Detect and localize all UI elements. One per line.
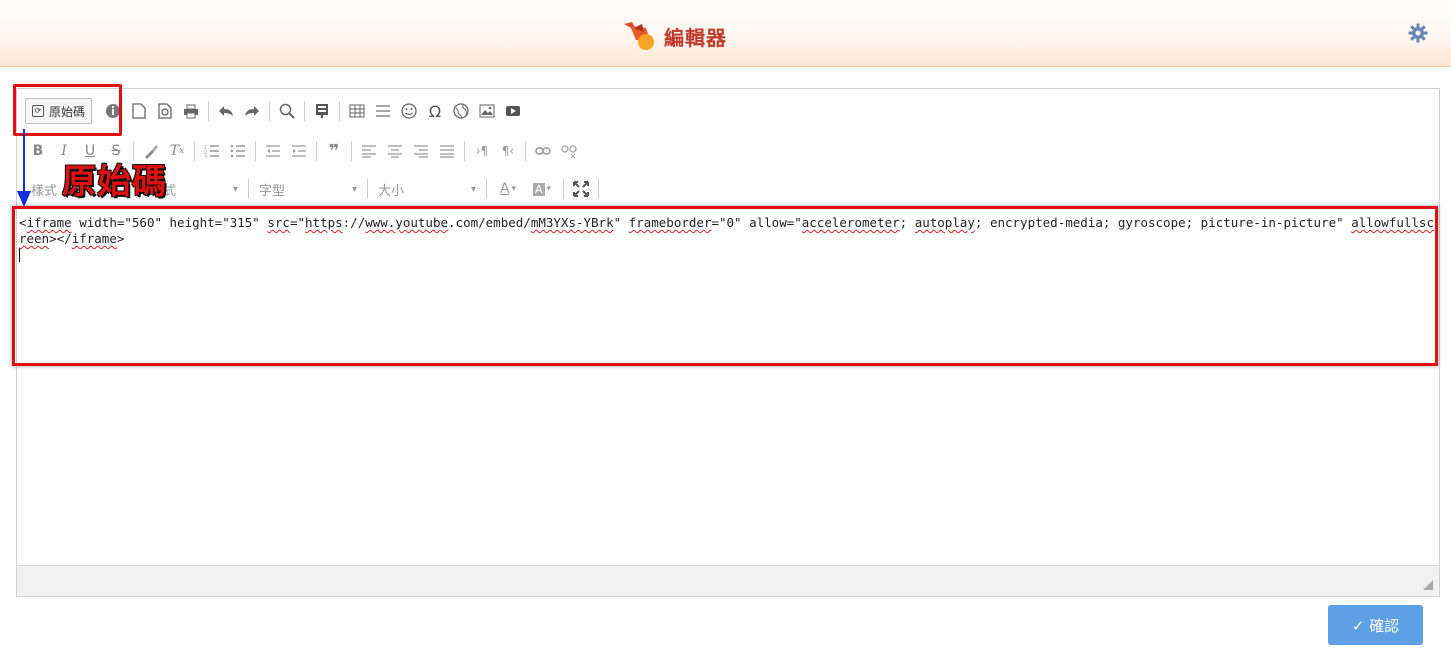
page-title: 編輯器 xyxy=(664,25,727,50)
font-combo[interactable]: 字型 ▾ xyxy=(253,177,363,201)
align-center-icon[interactable] xyxy=(382,139,408,163)
toolbar-separator xyxy=(486,179,487,199)
link-icon[interactable] xyxy=(530,139,556,163)
chevron-down-icon: ▾ xyxy=(351,183,357,195)
resize-handle-icon[interactable] xyxy=(1423,580,1433,590)
toolbar-separator xyxy=(208,101,210,121)
outdent-icon[interactable] xyxy=(260,139,286,163)
chevron-down-icon: ▾ xyxy=(232,183,238,195)
code-area-highlight xyxy=(12,206,1438,366)
toolbar-separator xyxy=(255,141,256,161)
editor-statusbar xyxy=(17,565,1439,596)
preview-icon[interactable] xyxy=(152,99,178,123)
annotation-arrow xyxy=(23,129,25,195)
toolbar-separator xyxy=(525,141,526,161)
find-icon[interactable] xyxy=(274,99,300,123)
justify-icon[interactable] xyxy=(434,139,460,163)
toolbar-separator xyxy=(269,101,271,121)
toolbar-separator xyxy=(598,179,599,199)
bg-color-icon[interactable]: A ▾ xyxy=(525,177,559,201)
font-combo-label: 字型 xyxy=(259,183,286,199)
gear-icon[interactable] xyxy=(1407,22,1429,44)
maximize-icon[interactable] xyxy=(568,177,594,201)
svg-text:3: 3 xyxy=(204,155,207,158)
size-combo-label: 大小 xyxy=(378,183,405,199)
blockquote-icon[interactable]: ❞ xyxy=(321,139,347,163)
toolbar-separator xyxy=(367,179,368,199)
chevron-down-icon: ▾ xyxy=(470,183,476,195)
toolbar-separator xyxy=(351,141,352,161)
text-color-icon[interactable]: A ▾ xyxy=(491,177,525,201)
video-icon[interactable] xyxy=(500,99,526,123)
print-icon[interactable] xyxy=(178,99,204,123)
toolbar-separator xyxy=(194,141,195,161)
toolbar-separator xyxy=(304,101,306,121)
annotation-label: 原始碼 xyxy=(62,162,167,202)
toolbar-separator xyxy=(339,101,341,121)
source-button-highlight xyxy=(13,84,122,136)
new-page-icon[interactable] xyxy=(126,99,152,123)
ltr-icon[interactable]: ›¶ xyxy=(469,139,495,163)
redo-icon[interactable] xyxy=(239,99,265,123)
numbered-list-icon[interactable]: 123 xyxy=(199,139,225,163)
smiley-icon[interactable] xyxy=(396,99,422,123)
header-title-group: 編輯器 xyxy=(620,18,727,54)
editor-toolbar: ⟳ 原始碼 Ω B I U S T x 1 2 3 ❞ ›¶ ¶‹ 樣式 ▾ 格… xyxy=(17,89,1439,207)
unlink-icon[interactable] xyxy=(556,139,582,163)
confirm-button[interactable]: ✓ 確認 xyxy=(1328,605,1423,645)
toolbar-separator xyxy=(248,179,249,199)
image-icon[interactable] xyxy=(474,99,500,123)
size-combo[interactable]: 大小 ▾ xyxy=(372,177,482,201)
toolbar-separator xyxy=(563,179,564,199)
annotation-arrow-head-icon xyxy=(17,191,31,207)
header-bar: 編輯器 xyxy=(0,0,1451,67)
globe-icon[interactable] xyxy=(448,99,474,123)
indent-icon[interactable] xyxy=(286,139,312,163)
toolbar-separator xyxy=(464,141,465,161)
align-right-icon[interactable] xyxy=(408,139,434,163)
template-icon[interactable] xyxy=(309,99,335,123)
style-combo-label: 樣式 xyxy=(31,183,58,199)
bold-icon[interactable]: B xyxy=(25,139,51,163)
align-left-icon[interactable] xyxy=(356,139,382,163)
editor-window: 編輯器 ⟳ 原始碼 Ω B I U S T x 1 2 3 ❞ ›¶ ¶‹ 樣式… xyxy=(0,0,1451,662)
special-char-icon[interactable]: Ω xyxy=(422,99,448,123)
bulleted-list-icon[interactable] xyxy=(225,139,251,163)
rtl-icon[interactable]: ¶‹ xyxy=(495,139,521,163)
remove-format-icon[interactable]: Tx xyxy=(164,139,190,163)
table-icon[interactable] xyxy=(344,99,370,123)
toolbar-separator xyxy=(316,141,317,161)
horizontal-line-icon[interactable] xyxy=(370,99,396,123)
logo-icon xyxy=(620,18,660,54)
undo-icon[interactable] xyxy=(213,99,239,123)
